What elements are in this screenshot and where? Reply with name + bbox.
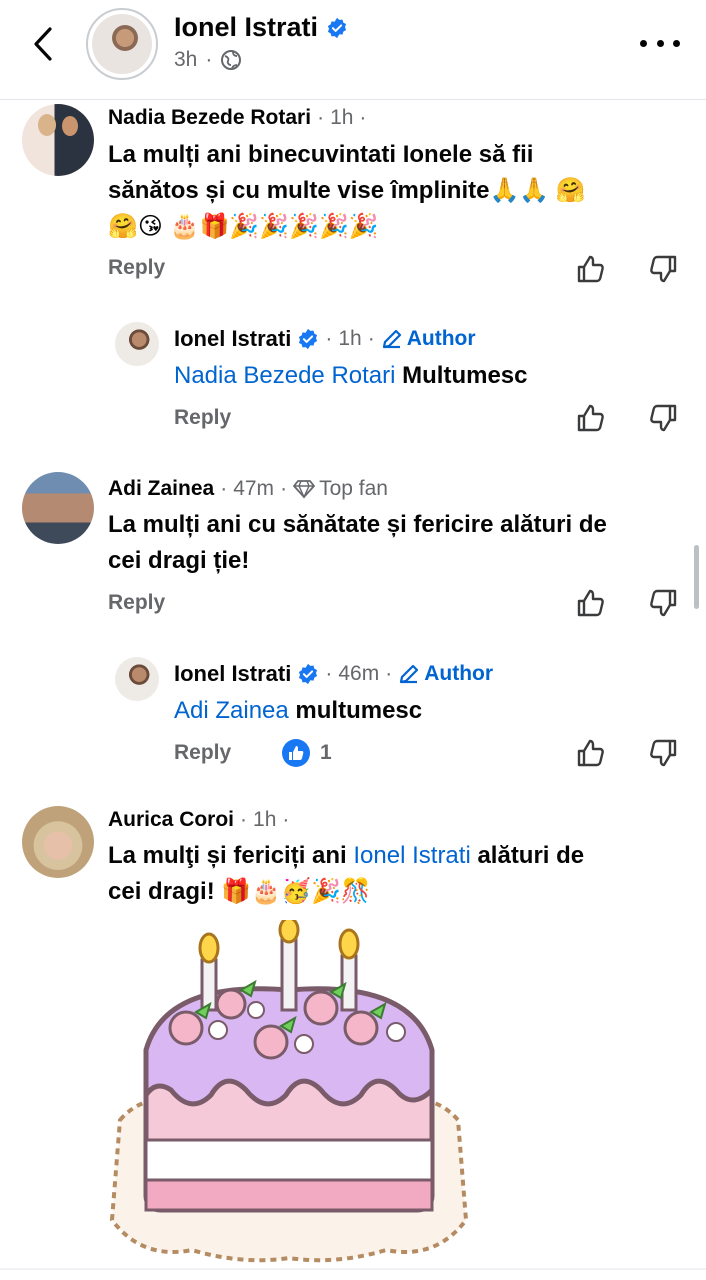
comment-actions: Reply	[174, 406, 231, 430]
like-thumb-icon[interactable]	[576, 403, 606, 433]
scrollbar-thumb[interactable]	[694, 545, 699, 609]
birthday-cake-gif[interactable]	[106, 920, 472, 1265]
comment-author[interactable]: Adi Zainea	[108, 477, 214, 501]
comment-actions: Reply	[108, 256, 165, 280]
like-reaction-icon	[282, 739, 310, 767]
meta-separator: ·	[240, 808, 248, 831]
diamond-icon	[293, 480, 315, 499]
comment-author[interactable]: Aurica Coroi	[108, 808, 234, 832]
comment-text: Nadia Bezede Rotari Multumesc	[174, 358, 674, 394]
more-dot	[673, 39, 680, 47]
author-tag: Author	[398, 662, 493, 686]
reaction-count[interactable]: 1	[282, 739, 332, 767]
more-dot	[656, 39, 664, 47]
dislike-thumb-icon[interactable]	[648, 588, 678, 618]
avatar-ionel[interactable]	[115, 322, 159, 366]
more-dot	[640, 39, 647, 47]
like-thumb-icon[interactable]	[576, 588, 606, 618]
comment-text-line: La mulți ani cu sănătate și fericire ală…	[108, 511, 607, 538]
top-fan-label: Top fan	[319, 477, 388, 500]
globe-icon	[221, 50, 242, 70]
chevron-left-icon	[34, 27, 52, 61]
comment-time[interactable]: 1h	[330, 106, 353, 130]
comment-text-body: La mulţi și fericiți ani	[108, 842, 354, 869]
meta-separator: ·	[220, 477, 228, 500]
back-button[interactable]	[26, 24, 60, 64]
verified-badge-icon	[299, 328, 318, 350]
like-thumb-icon[interactable]	[576, 254, 606, 284]
profile-name[interactable]: Ionel Istrati	[174, 12, 348, 43]
divider	[0, 1268, 706, 1270]
comment-header: Nadia Bezede Rotari · 1h ·	[108, 106, 366, 130]
mention-link[interactable]: Ionel Istrati	[353, 842, 470, 869]
comment-text-body: multumesc	[295, 697, 423, 724]
post-meta: 3h ·	[174, 48, 242, 72]
comment-text-body: alături de	[470, 842, 585, 869]
author-tag-label: Author	[406, 327, 476, 350]
author-tag: Author	[381, 327, 476, 351]
comment-time[interactable]: 46m	[338, 662, 379, 686]
avatar-aurica[interactable]	[22, 806, 94, 878]
dislike-thumb-icon[interactable]	[648, 738, 678, 768]
comment-actions: Reply	[174, 741, 231, 765]
mention-link[interactable]: Nadia Bezede Rotari	[174, 362, 395, 389]
comment-text: Adi Zainea multumesc	[174, 693, 674, 729]
meta-separator: ·	[325, 662, 333, 685]
comment-text-line: cei dragi! 🎁🎂🥳🎉🎊	[108, 878, 371, 905]
profile-avatar[interactable]	[86, 8, 158, 80]
dislike-thumb-icon[interactable]	[648, 254, 678, 284]
meta-separator: ·	[205, 48, 213, 71]
mention-link[interactable]: Adi Zainea	[174, 697, 289, 724]
reply-button[interactable]: Reply	[174, 741, 231, 765]
reply-button[interactable]: Reply	[174, 406, 231, 430]
comment-text-line: sănătos și cu multe vise împlinite🙏🙏 🤗	[108, 177, 586, 204]
avatar-nadia[interactable]	[22, 104, 94, 176]
dislike-thumb-icon[interactable]	[648, 403, 678, 433]
top-fan-badge: Top fan	[293, 477, 388, 501]
meta-separator: ·	[385, 662, 393, 685]
comment-text-line: La mulţi și fericiți ani Ionel Istrati a…	[108, 838, 688, 874]
verified-badge-icon	[299, 663, 318, 685]
meta-separator: ·	[280, 477, 288, 500]
meta-separator: ·	[282, 808, 290, 831]
comment-header: Ionel Istrati · 46m · Author	[174, 661, 493, 687]
comment-header: Adi Zainea · 47m · Top fan	[108, 477, 388, 501]
meta-separator: ·	[325, 327, 333, 350]
comment-author[interactable]: Ionel Istrati	[174, 661, 291, 687]
comment-time[interactable]: 1h	[253, 808, 276, 832]
like-count: 1	[320, 741, 332, 764]
comment-text-line: La mulți ani binecuvintati Ionele să fii	[108, 141, 534, 168]
comment-text: La mulți ani cu sănătate și fericire ală…	[108, 507, 688, 579]
comment-text-line: cei dragi ție!	[108, 547, 250, 574]
post-header: Ionel Istrati 3h ·	[0, 0, 706, 100]
pencil-icon	[400, 664, 419, 684]
like-thumb-icon[interactable]	[576, 738, 606, 768]
comment-author[interactable]: Nadia Bezede Rotari	[108, 106, 311, 130]
comment-text: La mulți ani binecuvintati Ionele să fii…	[108, 137, 688, 245]
comment-text-body: Multumesc	[402, 362, 528, 389]
avatar-adi[interactable]	[22, 472, 94, 544]
comment-header: Aurica Coroi · 1h ·	[108, 808, 289, 832]
meta-separator: ·	[359, 106, 367, 129]
reply-button[interactable]: Reply	[108, 256, 165, 280]
pencil-icon	[382, 329, 401, 349]
comment-text-line: 🤗😘 🎂🎁🎉🎉🎉🎉🎉	[108, 213, 379, 240]
meta-separator: ·	[367, 327, 375, 350]
comment-author[interactable]: Ionel Istrati	[174, 326, 291, 352]
comment-actions: Reply	[108, 591, 165, 615]
comment-time[interactable]: 1h	[338, 327, 361, 351]
author-tag-label: Author	[424, 662, 494, 685]
meta-separator: ·	[317, 106, 325, 129]
avatar-ionel[interactable]	[115, 657, 159, 701]
reply-button[interactable]: Reply	[108, 591, 165, 615]
comment-time[interactable]: 47m	[233, 477, 274, 501]
verified-badge-icon	[327, 17, 347, 38]
more-options-button[interactable]	[640, 28, 680, 58]
comment-header: Ionel Istrati · 1h · Author	[174, 326, 476, 352]
profile-name-text[interactable]: Ionel Istrati	[174, 12, 318, 43]
post-time: 3h	[174, 48, 198, 71]
comment-text: La mulţi și fericiți ani Ionel Istrati a…	[108, 838, 688, 910]
